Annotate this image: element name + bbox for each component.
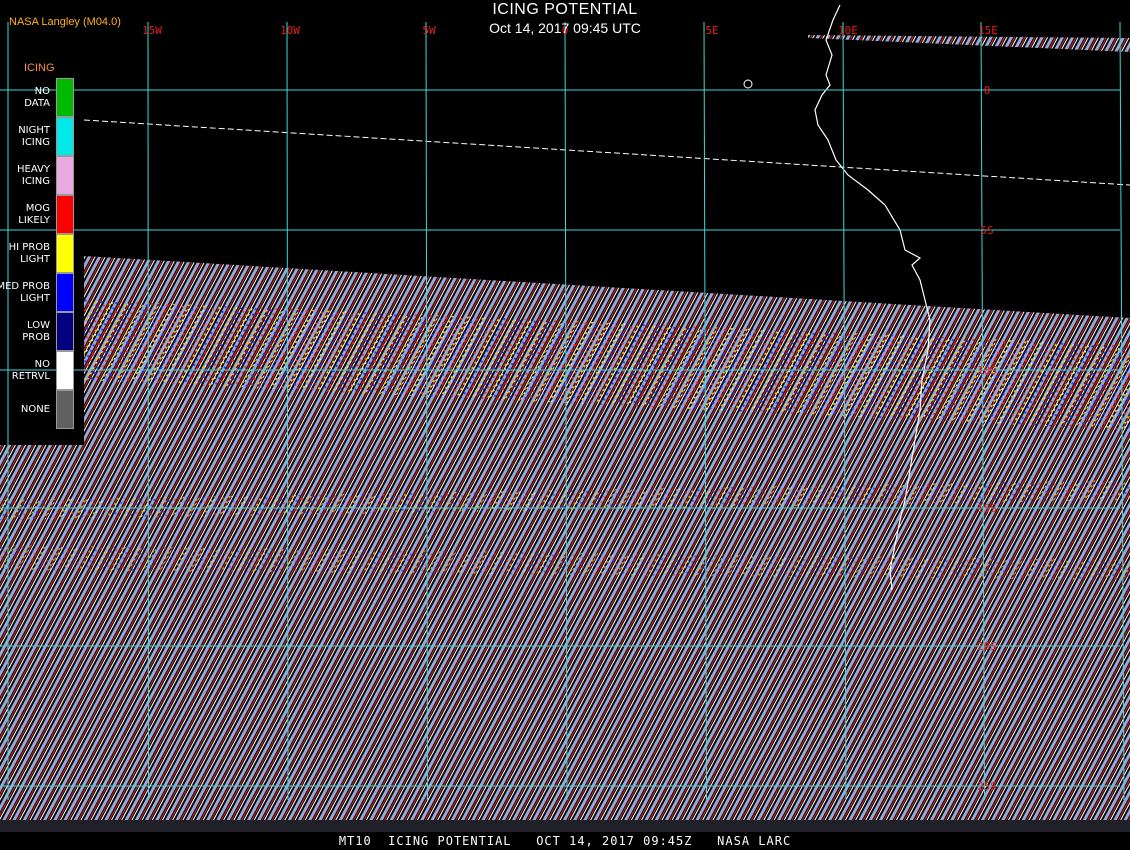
legend-swatch-med-prob-light [56,273,74,312]
latitude-label: 15S [977,502,997,515]
map-title: ICING POTENTIAL [492,1,638,18]
legend-label: NO RETRVL [11,359,50,382]
legend-swatch-night-icing [56,117,74,156]
latitude-label: 0 [984,84,991,97]
icing-map: 15W 10W 5W 0 5E 10E 15E05S10S15S20S25S [0,4,1130,835]
latitude-label: 20S [977,640,997,653]
legend-swatch-heavy-icing [56,156,74,195]
terminator-line [83,119,1130,186]
legend-label: LOW PROB [22,320,50,343]
legend-label: MOG LIKELY [18,203,50,226]
legend-swatch-mog-likely [56,195,74,234]
legend-swatch-no-data [56,78,74,117]
source-label: NASA Langley (M04.0) [9,16,121,28]
latitude-label: 25S [977,780,997,793]
legend-swatch-none [56,390,74,429]
latitude-label: 10S [977,364,997,377]
legend-label: HI PROB LIGHT [8,242,50,265]
legend-label: MED PROB LIGHT [0,281,50,304]
legend-label: NIGHT ICING [18,125,50,148]
legend-swatch-low-prob [56,312,74,351]
legend-title: ICING [24,62,55,74]
legend-label: NONE [20,404,50,415]
map-timestamp: Oct 14, 2017 09:45 UTC [489,20,641,36]
footer-caption: MT10 ICING POTENTIAL OCT 14, 2017 09:45Z… [0,832,1130,850]
meridian-line [147,21,149,801]
swath-top-right [808,35,1130,52]
island [743,79,753,89]
legend-swatch-no-retrvl [56,351,74,390]
legend-label: HEAVY ICING [17,164,50,187]
legend-swatch-hi-prob-light [56,234,74,273]
legend-label: NO DATA [24,86,50,109]
latitude-label: 5S [980,224,993,237]
